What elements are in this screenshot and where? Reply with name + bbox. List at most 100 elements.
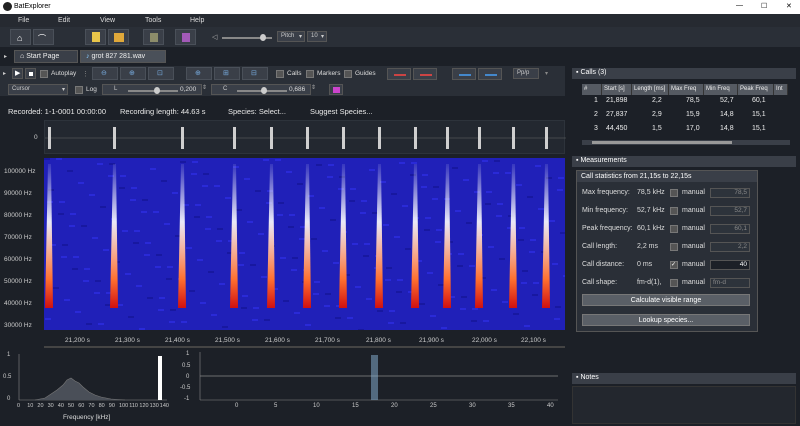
tab-file[interactable]: ♪ grot 827 281.wav [80,50,166,63]
home-button[interactable]: ⌂ [10,29,31,45]
suggest-species-link[interactable]: Suggest Species... [310,107,373,116]
marker-red-2-button[interactable] [413,68,437,80]
calls-cell[interactable]: 14,8 [720,111,734,118]
overview-waveform-panel[interactable]: 1 0.5 0 -0.5 -1 0 5 10 15 20 25 30 35 40 [178,350,565,424]
col-header-start[interactable]: Start [s] [602,84,632,95]
manual-value-input[interactable]: 60,1 [710,224,750,234]
c-spinner-icon[interactable]: ⇕ [311,84,316,91]
measurements-header[interactable]: ▪ Measurements [572,156,796,167]
calls-scroll-thumb[interactable] [592,141,732,144]
calls-cell[interactable]: 2,2 [652,97,662,104]
close-button[interactable]: ✕ [786,2,792,10]
manual-checkbox[interactable] [670,225,678,233]
volume-slider[interactable] [222,34,272,41]
calls-cell[interactable]: 2,9 [652,111,662,118]
guides-checkbox[interactable] [344,70,352,78]
species-select-link[interactable]: Species: Select... [228,107,286,116]
manual-checkbox[interactable] [670,207,678,215]
l-slider[interactable] [128,87,178,94]
menu-edit[interactable]: Edit [58,17,70,24]
overflow-icon[interactable]: ▾ [545,70,548,77]
pitch-value-dropdown[interactable]: 10 ▾ [307,31,327,42]
manual-value-input[interactable]: 52,7 [710,206,750,216]
col-header-index[interactable]: # [582,84,602,95]
report-button[interactable] [175,29,196,45]
calls-cell[interactable]: 60,1 [752,97,766,104]
horizontal-scrollbar[interactable] [44,346,565,348]
col-header-int[interactable]: Int [774,84,788,95]
log-checkbox[interactable] [75,86,83,94]
autoplay-checkbox[interactable] [40,70,48,78]
calls-cell[interactable]: 52,7 [720,97,734,104]
zoom-in-horizontal-button[interactable]: ⊕ [120,67,146,80]
lookup-species-button[interactable]: Lookup species... [582,314,750,326]
calls-cell[interactable]: 27,837 [606,111,627,118]
stop-button[interactable] [25,68,36,79]
bat-button[interactable]: ⌒ [33,29,54,45]
calls-cell[interactable]: 15,1 [752,111,766,118]
manual-value-input[interactable]: fm-d [710,278,750,288]
minimize-button[interactable]: — [736,2,743,9]
maximize-button[interactable]: ☐ [761,2,767,10]
l-spinner-icon[interactable]: ⇕ [202,84,207,91]
col-header-peak-freq[interactable]: Peak Freq [738,84,774,95]
visible-range-highlight[interactable] [371,355,378,400]
new-file-button[interactable] [85,29,106,45]
c-slider-thumb[interactable] [261,87,267,94]
calls-cell[interactable]: 78,5 [686,97,700,104]
tab-start-page[interactable]: ⌂ Start Page [14,50,78,63]
play-button[interactable]: ▶ [12,68,23,79]
pitch-dropdown[interactable]: Pitch ▾ [277,31,305,42]
marker-blue-1-button[interactable] [452,68,476,80]
calls-cell[interactable]: 44,450 [606,125,627,132]
open-folder-button[interactable] [108,29,129,45]
marker-blue-2-button[interactable] [478,68,502,80]
spectrogram-view[interactable] [44,158,569,331]
volume-slider-thumb[interactable] [260,34,266,41]
menu-file[interactable]: File [18,17,29,24]
color-palette-button[interactable] [329,84,343,95]
menu-tools[interactable]: Tools [145,17,161,24]
col-header-max-freq[interactable]: Max Freq [669,84,704,95]
calls-cell[interactable]: 1,5 [652,125,662,132]
database-button[interactable] [143,29,164,45]
zoom-all-button[interactable]: ⊟ [242,67,268,80]
manual-checkbox[interactable] [670,189,678,197]
calls-cell[interactable]: 15,1 [752,125,766,132]
c-slider[interactable] [237,87,287,94]
tab-scroll-left-icon[interactable]: ▸ [4,53,7,60]
col-header-length[interactable]: Length [ms] [632,84,669,95]
l-slider-thumb[interactable] [154,87,160,94]
calls-cell[interactable]: 14,8 [720,125,734,132]
menu-view[interactable]: View [100,17,115,24]
waveform-view[interactable] [44,120,566,154]
calls-hscrollbar[interactable] [582,140,790,145]
pplp-button[interactable]: Pp/p [513,68,539,79]
col-header-min-freq[interactable]: Min Freq [704,84,738,95]
zoom-fit-button[interactable]: ⊡ [148,67,174,80]
markers-checkbox[interactable] [306,70,314,78]
zoom-selection-button[interactable]: ⊕ [186,67,212,80]
calls-cell[interactable]: 2 [594,111,598,118]
calls-checkbox[interactable] [276,70,284,78]
manual-value-input[interactable]: 40 [710,260,750,270]
calculate-visible-range-button[interactable]: Calculate visible range [582,294,750,306]
calls-cell[interactable]: 21,898 [606,97,627,104]
zoom-out-horizontal-button[interactable]: ⊖ [92,67,118,80]
manual-checkbox[interactable] [670,243,678,251]
cursor-dropdown[interactable]: Cursor ▾ [8,84,68,95]
manual-checkbox[interactable]: ✓ [670,261,678,269]
calls-cell[interactable]: 17,0 [686,125,700,132]
calls-header[interactable]: ▪ Calls (3) [572,68,796,79]
marker-red-1-button[interactable] [387,68,411,80]
calls-cell[interactable]: 15,9 [686,111,700,118]
notes-textarea[interactable] [572,386,796,424]
calls-cell[interactable]: 3 [594,125,598,132]
calls-cell[interactable]: 1 [594,97,598,104]
expand-icon[interactable]: ▸ [3,70,6,77]
manual-checkbox[interactable] [670,279,678,287]
zoom-range-button[interactable]: ⊞ [214,67,240,80]
manual-value-input[interactable]: 78,5 [710,188,750,198]
notes-header[interactable]: ▪ Notes [572,373,796,384]
menu-help[interactable]: Help [190,17,204,24]
